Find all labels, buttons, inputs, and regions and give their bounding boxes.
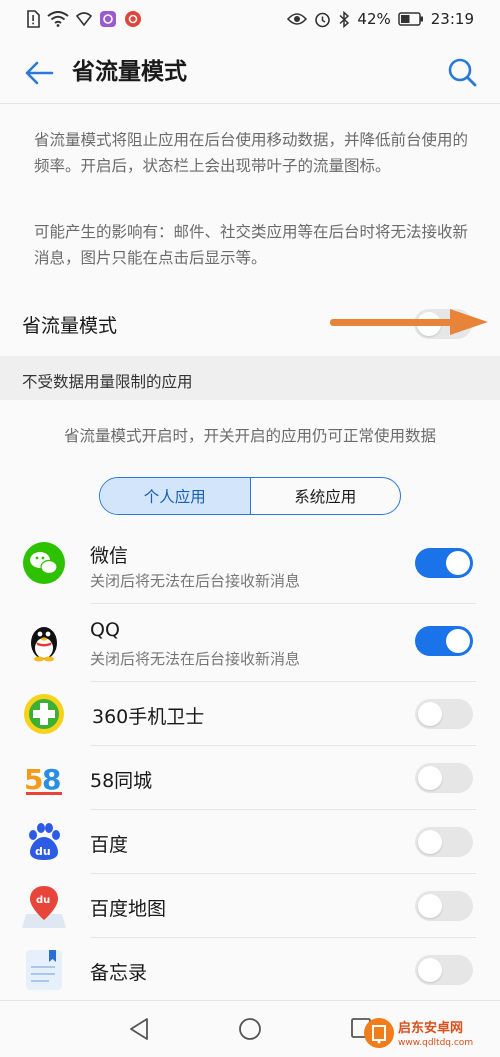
bluetooth-icon [338, 10, 350, 28]
app-name: 58同城 [90, 770, 153, 792]
page-title: 省流量模式 [72, 59, 187, 85]
clock: 23:19 [430, 10, 474, 28]
wifi-icon [47, 11, 69, 27]
58-icon: 58 [24, 763, 62, 796]
list-item-notepad[interactable]: 备忘录 [0, 938, 500, 1000]
list-item-wechat[interactable]: 微信 关闭后将无法在后台接收新消息 [0, 526, 500, 604]
app-type-segmented-control: 个人应用 系统应用 [99, 477, 401, 515]
qq-icon [31, 627, 57, 662]
baidu-switch[interactable] [415, 827, 473, 857]
app-name: 百度地图 [90, 898, 167, 920]
wechat-switch[interactable] [415, 548, 473, 578]
list-item-360[interactable]: 360手机卫士 [0, 682, 500, 746]
baidu-map-switch[interactable] [415, 891, 473, 921]
nav-home-icon[interactable] [238, 1017, 262, 1041]
list-item-qq[interactable]: QQ 关闭后将无法在后台接收新消息 [0, 604, 500, 682]
app-notification-icon [99, 10, 117, 28]
wifi-secondary-icon [76, 12, 92, 26]
description-paragraph-2: 可能产生的影响有：邮件、社交类应用等在后台时将无法接收新消息，图片只能在点击后显… [34, 223, 469, 267]
header-divider [0, 103, 500, 104]
list-item-baidu[interactable]: du 百度 [0, 810, 500, 874]
58-switch[interactable] [415, 763, 473, 793]
eye-icon [287, 12, 308, 26]
baidu-map-icon: du [22, 886, 66, 928]
section-title: 不受数据用量限制的应用 [22, 373, 193, 391]
baidu-icon: du [29, 823, 60, 860]
app-name: QQ [90, 619, 120, 641]
section-header: 不受数据用量限制的应用 [0, 356, 500, 400]
sim-alert-icon [26, 10, 40, 28]
watermark-brand: 启东安卓网 [398, 1020, 463, 1036]
data-saver-label: 省流量模式 [22, 315, 118, 337]
app-subtitle: 关闭后将无法在后台接收新消息 [90, 572, 301, 590]
list-item-58[interactable]: 58 58同城 [0, 746, 500, 810]
app-subtitle: 关闭后将无法在后台接收新消息 [90, 650, 301, 668]
status-bar: 42% 23:19 [0, 0, 500, 38]
wechat-icon [23, 542, 65, 584]
battery-icon [398, 12, 424, 26]
annotation-arrow-icon [330, 309, 488, 335]
app-name: 百度 [90, 834, 129, 856]
360-security-icon [24, 694, 64, 734]
app-name: 微信 [90, 545, 129, 567]
nav-back-icon[interactable] [128, 1017, 150, 1041]
svg-text:du: du [36, 895, 50, 906]
section-note: 省流量模式开启时，开关开启的应用仍可正常使用数据 [63, 427, 436, 445]
app-notification-icon-2 [124, 10, 142, 28]
app-name: 360手机卫士 [92, 706, 205, 728]
svg-text:8: 8 [42, 763, 61, 796]
watermark-logo: 启东安卓网 www.qdltdq.com [364, 1018, 473, 1048]
watermark-url: www.qdltdq.com [398, 1038, 473, 1048]
notepad-switch[interactable] [415, 955, 473, 985]
tab-personal-apps[interactable]: 个人应用 [100, 478, 251, 514]
list-item-baidu-map[interactable]: du 百度地图 [0, 874, 500, 938]
360-switch[interactable] [415, 699, 473, 729]
description-paragraph-1: 省流量模式将阻止应用在后台使用移动数据，并降低前台使用的频率。开启后，状态栏上会… [34, 131, 469, 175]
search-icon[interactable] [446, 56, 478, 88]
battery-percent: 42% [357, 10, 391, 28]
svg-text:du: du [35, 845, 51, 858]
notepad-icon [26, 950, 62, 990]
app-name: 备忘录 [90, 962, 148, 984]
alarm-icon [314, 11, 331, 28]
tab-system-apps[interactable]: 系统应用 [251, 478, 401, 514]
svg-text:5: 5 [24, 763, 43, 796]
qq-switch[interactable] [415, 626, 473, 656]
app-bar: 省流量模式 [0, 40, 500, 104]
back-arrow-icon[interactable] [22, 56, 56, 90]
